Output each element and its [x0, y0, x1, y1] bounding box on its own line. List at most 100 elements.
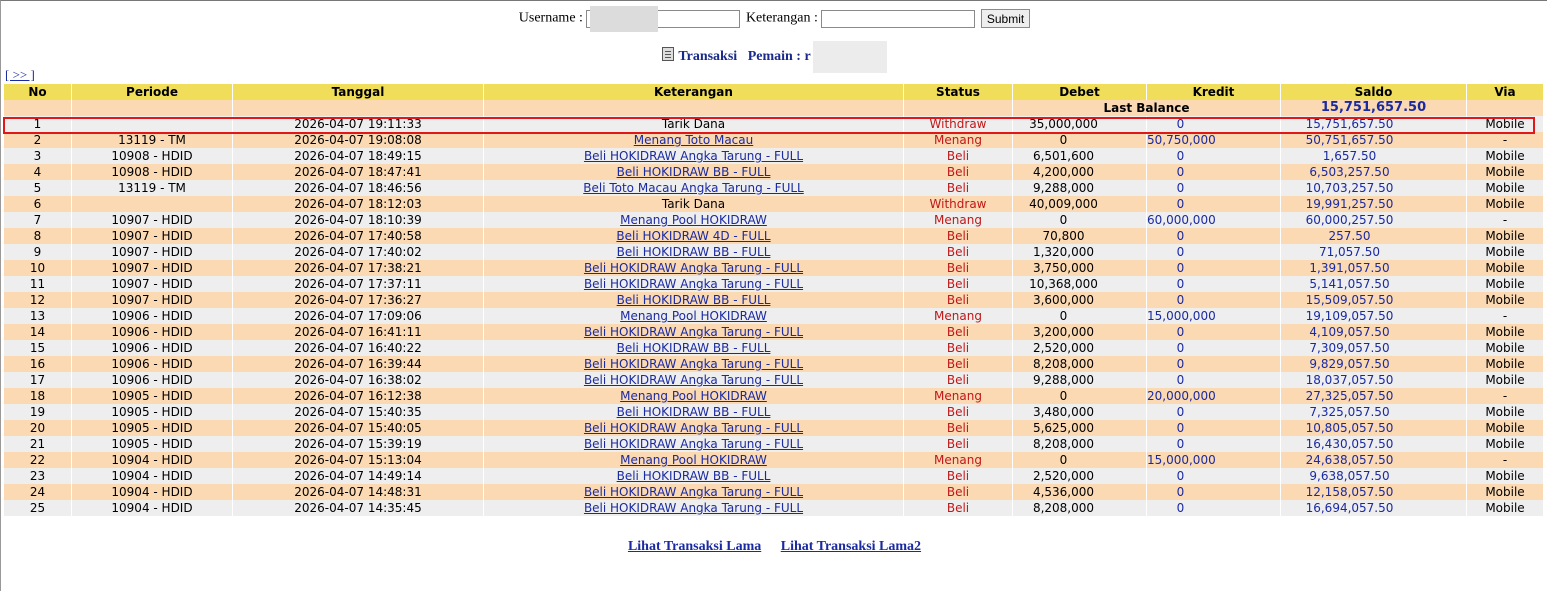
cell-saldo: 4,109,057.50: [1281, 324, 1466, 340]
keterangan-link[interactable]: Beli HOKIDRAW Angka Tarung - FULL: [584, 501, 803, 515]
cell-keterangan: Beli HOKIDRAW Angka Tarung - FULL: [484, 324, 903, 340]
table-row: 8 10907 - HDID 2026-04-07 17:40:58 Beli HOK…: [4, 228, 1543, 244]
cell-saldo: 257.50: [1281, 228, 1466, 244]
submit-button[interactable]: Submit: [980, 9, 1031, 28]
cell-saldo: 19,991,257.50: [1281, 196, 1466, 212]
cell-debet: 40,009,000: [1013, 196, 1146, 212]
cell-keterangan: Beli HOKIDRAW BB - FULL: [484, 164, 903, 180]
cell-no: 6: [4, 196, 71, 212]
cell-keterangan: Beli HOKIDRAW Angka Tarung - FULL: [484, 436, 903, 452]
footer-links: Lihat Transaksi Lama Lihat Transaksi Lam…: [1, 539, 1547, 555]
cell-keterangan: Menang Toto Macau: [484, 132, 903, 148]
cell-via: Mobile: [1467, 372, 1543, 388]
table-row: 19 10905 - HDID 2026-04-07 15:40:35 Beli HO…: [4, 404, 1543, 420]
keterangan-link[interactable]: Beli HOKIDRAW BB - FULL: [617, 341, 771, 355]
col-header-no: No: [4, 84, 71, 100]
cell-periode: [72, 116, 232, 132]
keterangan-link[interactable]: Menang Pool HOKIDRAW: [620, 453, 767, 467]
cell-debet: 0: [1013, 212, 1146, 228]
cell-keterangan: Beli HOKIDRAW Angka Tarung - FULL: [484, 500, 903, 516]
cell-kredit: 0: [1147, 180, 1280, 196]
col-header-keterangan: Keterangan: [484, 84, 903, 100]
cell-tanggal: 2026-04-07 16:39:44: [233, 356, 483, 372]
keterangan-link[interactable]: Beli HOKIDRAW Angka Tarung - FULL: [584, 421, 803, 435]
next-page-link[interactable]: [ >> ]: [5, 67, 35, 83]
cell-kredit: 0: [1147, 420, 1280, 436]
cell-status: Menang: [904, 452, 1012, 468]
keterangan-link[interactable]: Beli HOKIDRAW Angka Tarung - FULL: [584, 325, 803, 339]
cell-saldo: 18,037,057.50: [1281, 372, 1466, 388]
keterangan-link[interactable]: Beli HOKIDRAW Angka Tarung - FULL: [584, 485, 803, 499]
last-balance-label: Last Balance: [1013, 100, 1280, 116]
cell-kredit: 0: [1147, 116, 1280, 132]
keterangan-link[interactable]: Beli HOKIDRAW Angka Tarung - FULL: [584, 261, 803, 275]
cell-via: Mobile: [1467, 484, 1543, 500]
cell-tanggal: 2026-04-07 17:37:11: [233, 276, 483, 292]
cell-kredit: 0: [1147, 372, 1280, 388]
keterangan-link[interactable]: Menang Pool HOKIDRAW: [620, 213, 767, 227]
cell-periode: 10905 - HDID: [72, 388, 232, 404]
cell-status: Beli: [904, 436, 1012, 452]
cell-tanggal: 2026-04-07 16:38:02: [233, 372, 483, 388]
keterangan-link[interactable]: Beli HOKIDRAW BB - FULL: [617, 293, 771, 307]
table-row: 1 2026-04-07 19:11:33 Tarik Dana Withdraw 35…: [4, 116, 1543, 132]
cell-keterangan: Beli HOKIDRAW BB - FULL: [484, 468, 903, 484]
col-header-periode: Periode: [72, 84, 232, 100]
transaction-table: No Periode Tanggal Keterangan Status Deb…: [3, 84, 1544, 516]
page-title: Transaksi Pemain : r: [1, 41, 1547, 73]
table-row: 2 13119 - TM 2026-04-07 19:08:08 Menang Tot…: [4, 132, 1543, 148]
cell-keterangan: Beli HOKIDRAW Angka Tarung - FULL: [484, 276, 903, 292]
cell-via: Mobile: [1467, 500, 1543, 516]
keterangan-link[interactable]: Beli HOKIDRAW BB - FULL: [617, 245, 771, 259]
keterangan-link[interactable]: Beli HOKIDRAW Angka Tarung - FULL: [584, 149, 803, 163]
cell-status: Beli: [904, 276, 1012, 292]
cell-status: Beli: [904, 340, 1012, 356]
lihat-transaksi-lama-link[interactable]: Lihat Transaksi Lama: [628, 539, 761, 554]
username-redaction: [590, 5, 659, 32]
cell-no: 21: [4, 436, 71, 452]
cell-status: Beli: [904, 484, 1012, 500]
keterangan-link[interactable]: Beli HOKIDRAW Angka Tarung - FULL: [584, 357, 803, 371]
cell-debet: 0: [1013, 132, 1146, 148]
keterangan-link[interactable]: Beli HOKIDRAW Angka Tarung - FULL: [584, 437, 803, 451]
cell-periode: 10904 - HDID: [72, 500, 232, 516]
cell-status: Beli: [904, 180, 1012, 196]
cell-periode: 10907 - HDID: [72, 212, 232, 228]
cell-periode: 10908 - HDID: [72, 148, 232, 164]
cell-periode: 10906 - HDID: [72, 324, 232, 340]
cell-status: Beli: [904, 148, 1012, 164]
cell-status: Withdraw: [904, 116, 1012, 132]
keterangan-link[interactable]: Menang Toto Macau: [634, 133, 754, 147]
keterangan-link[interactable]: Beli HOKIDRAW Angka Tarung - FULL: [584, 277, 803, 291]
cell-debet: 3,200,000: [1013, 324, 1146, 340]
cell-periode: 10905 - HDID: [72, 436, 232, 452]
cell-kredit: 0: [1147, 404, 1280, 420]
cell-kredit: 15,000,000: [1147, 452, 1280, 468]
keterangan-link[interactable]: Beli HOKIDRAW 4D - FULL: [616, 229, 770, 243]
cell-periode: 10906 - HDID: [72, 372, 232, 388]
keterangan-link[interactable]: Menang Pool HOKIDRAW: [620, 389, 767, 403]
lihat-transaksi-lama2-link[interactable]: Lihat Transaksi Lama2: [781, 539, 921, 554]
cell-periode: 10904 - HDID: [72, 468, 232, 484]
cell-via: Mobile: [1467, 340, 1543, 356]
keterangan-link[interactable]: Menang Pool HOKIDRAW: [620, 309, 767, 323]
cell-no: 24: [4, 484, 71, 500]
cell-kredit: 0: [1147, 292, 1280, 308]
cell-no: 5: [4, 180, 71, 196]
keterangan-link[interactable]: Beli HOKIDRAW BB - FULL: [617, 469, 771, 483]
cell-saldo: 15,751,657.50: [1281, 116, 1466, 132]
cell-via: -: [1467, 388, 1543, 404]
cell-periode: 10907 - HDID: [72, 244, 232, 260]
keterangan-link[interactable]: Beli Toto Macau Angka Tarung - FULL: [583, 181, 803, 195]
keterangan-input[interactable]: [821, 9, 976, 28]
cell-kredit: 0: [1147, 196, 1280, 212]
cell-periode: [72, 196, 232, 212]
keterangan-link[interactable]: Beli HOKIDRAW BB - FULL: [617, 405, 771, 419]
cell-kredit: 0: [1147, 484, 1280, 500]
cell-tanggal: 2026-04-07 14:48:31: [233, 484, 483, 500]
cell-keterangan: Tarik Dana: [484, 116, 903, 132]
keterangan-link[interactable]: Beli HOKIDRAW Angka Tarung - FULL: [584, 373, 803, 387]
cell-tanggal: 2026-04-07 16:41:11: [233, 324, 483, 340]
cell-saldo: 6,503,257.50: [1281, 164, 1466, 180]
keterangan-link[interactable]: Beli HOKIDRAW BB - FULL: [617, 165, 771, 179]
